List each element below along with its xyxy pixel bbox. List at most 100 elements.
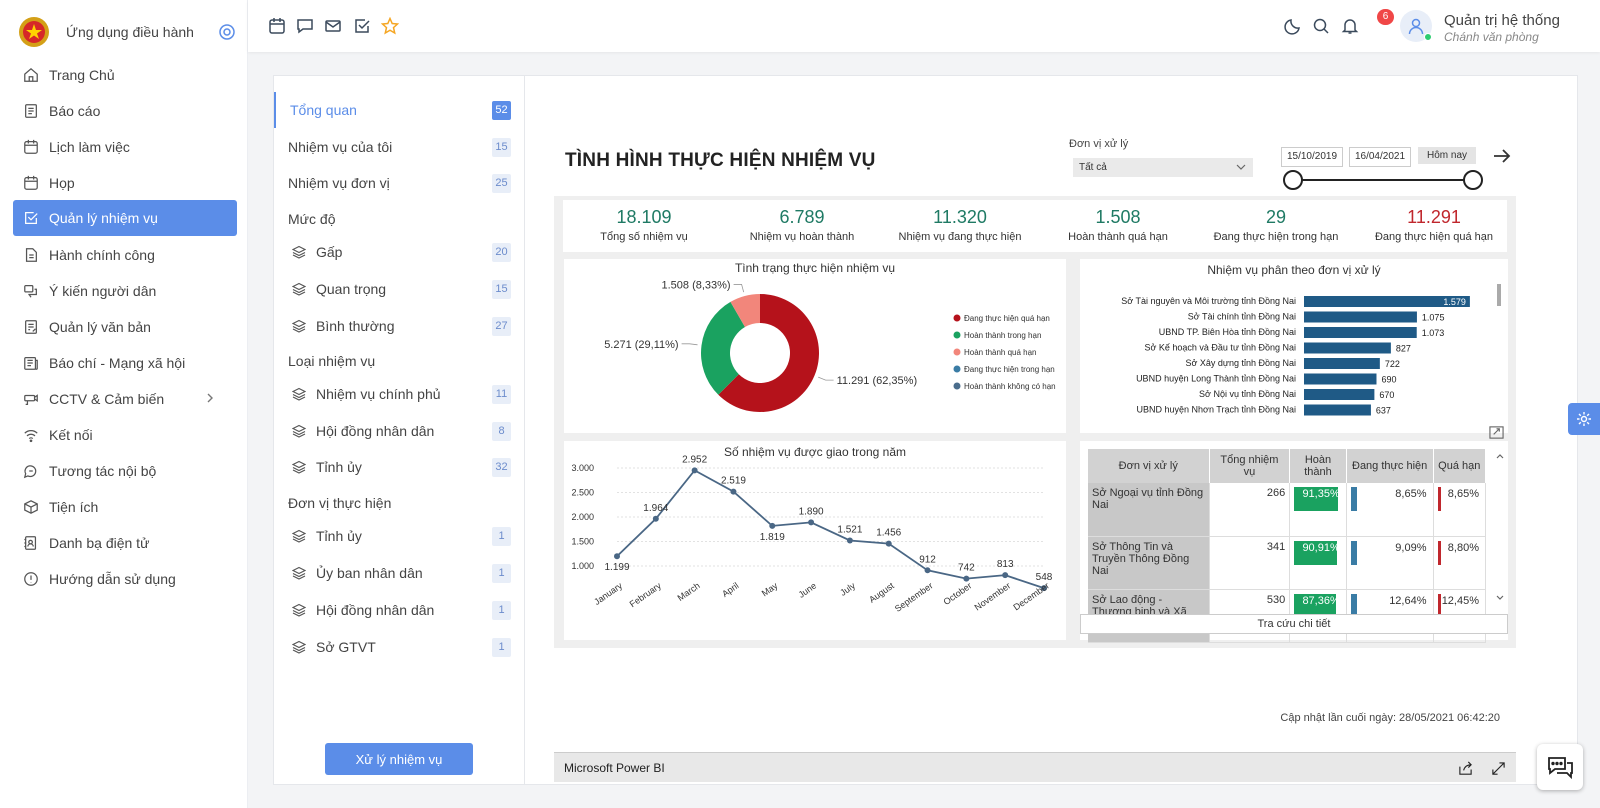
kpi-label: Hoàn thành quá hạn [1068, 231, 1168, 243]
table-header[interactable]: Tổng nhiệm vụ [1209, 449, 1291, 483]
kpi-card: 29 Đang thực hiện trong hạn [1201, 200, 1351, 243]
sidebar-item-2[interactable]: Báo cáo [13, 93, 237, 129]
databar-fill [1437, 540, 1441, 565]
sidebar-item-11[interactable]: Kết nối [13, 417, 237, 453]
filter-type-3[interactable]: Tỉnh ủy 32 [274, 449, 525, 485]
table-cell-late: 8,80% [1433, 536, 1486, 590]
hbar-bar[interactable] [1304, 358, 1380, 369]
hbar-bar[interactable] [1304, 311, 1417, 323]
powerbi-brand[interactable]: Microsoft Power BI [564, 761, 665, 775]
sidebar-item-10[interactable]: CCTV & Cảm biến [13, 381, 237, 417]
hbar-bar[interactable] [1304, 327, 1417, 338]
sidebar-item-9[interactable]: Báo chí - Mạng xã hội [13, 345, 237, 381]
line-point[interactable] [691, 467, 698, 474]
databar-value: 9,09% [1395, 541, 1427, 554]
sidebar-item-7[interactable]: Ý kiến người dân [13, 273, 237, 309]
settings-gear-button[interactable] [1568, 403, 1600, 435]
scroll-down-icon[interactable] [1495, 593, 1505, 603]
x-tick-label: April [720, 580, 740, 599]
sidebar-item-15[interactable]: Hướng dẫn sử dụng [13, 561, 237, 597]
process-task-button[interactable]: Xử lý nhiệm vụ [325, 743, 473, 775]
filter-unit-tasks[interactable]: Nhiệm vụ đơn vị 25 [274, 165, 525, 201]
filter-my-tasks[interactable]: Nhiệm vụ của tôi 15 [274, 129, 525, 165]
filter-level-3[interactable]: Bình thường 27 [274, 308, 525, 344]
arrow-right-icon[interactable] [1492, 146, 1512, 166]
sidebar-item-5[interactable]: Quản lý nhiệm vụ [13, 200, 237, 236]
sidebar-item-6[interactable]: Hành chính công [13, 237, 237, 273]
sidebar-item-1[interactable]: Trang Chủ [13, 57, 237, 93]
filter-exec-4[interactable]: Sở GTVT 1 [274, 629, 525, 665]
bell-icon[interactable] [1341, 17, 1359, 35]
chat-support-button[interactable] [1537, 744, 1583, 790]
mail-icon[interactable] [324, 17, 342, 35]
legend-label: Hoàn thành trong hạn [964, 331, 1041, 340]
table-header[interactable]: Hoàn thành [1289, 449, 1347, 483]
fullscreen-icon[interactable] [1491, 761, 1506, 776]
star-icon[interactable] [380, 16, 400, 35]
filter-level-2[interactable]: Quan trọng 15 [274, 271, 525, 307]
y-tick-label: 3.000 [571, 463, 594, 473]
unit-filter-select[interactable]: Tất cả [1073, 158, 1253, 177]
line-data-label: 1.521 [837, 524, 862, 535]
dark-mode-icon[interactable] [1284, 17, 1302, 35]
filter-exec-count: 1 [492, 564, 511, 583]
filter-unit-tasks-label: Nhiệm vụ đơn vị [288, 175, 390, 191]
line-point[interactable] [614, 553, 620, 560]
line-point[interactable] [924, 567, 931, 574]
table-row[interactable]: Sở Ngoại vụ tỉnh Đồng Nai 266 91,35% 8,65% 8… [1088, 483, 1486, 537]
calendar-icon[interactable] [268, 17, 286, 35]
filter-level-1[interactable]: Gấp 20 [274, 234, 525, 270]
powerbi-footer: Microsoft Power BI [554, 752, 1516, 782]
date-to-input[interactable]: 16/04/2021 [1349, 147, 1411, 167]
line-point[interactable] [1002, 572, 1009, 579]
date-slider-start-handle[interactable] [1283, 170, 1303, 190]
date-slider-track[interactable] [1292, 179, 1473, 181]
scroll-up-icon[interactable] [1495, 451, 1505, 461]
date-from-input[interactable]: 15/10/2019 [1281, 147, 1343, 167]
sidebar-item-3[interactable]: Lịch làm việc [13, 129, 237, 165]
share-icon[interactable] [1458, 761, 1473, 776]
hbar-scrollbar[interactable] [1497, 284, 1501, 306]
table-header[interactable]: Quá hạn [1433, 449, 1486, 483]
hbar-bar[interactable] [1304, 342, 1391, 354]
filter-exec-2[interactable]: Ủy ban nhân dân 1 [274, 555, 525, 591]
line-point[interactable] [652, 515, 659, 522]
sidebar-item-12[interactable]: Tương tác nội bộ [13, 453, 237, 489]
chat-icon[interactable] [296, 17, 314, 35]
filter-type-2[interactable]: Hội đồng nhân dân 8 [274, 413, 525, 449]
focus-mode-icon[interactable] [1489, 425, 1504, 440]
line-point[interactable] [846, 537, 853, 544]
sidebar-item-label: Hướng dẫn sử dụng [49, 571, 176, 587]
line-point[interactable] [885, 540, 892, 547]
sidebar-item-label: Báo cáo [49, 103, 101, 119]
line-point[interactable] [730, 488, 737, 495]
line-point[interactable] [769, 522, 776, 529]
search-icon[interactable] [1312, 17, 1330, 35]
line-point[interactable] [808, 519, 815, 526]
sidebar-item-13[interactable]: Tiện ích [13, 489, 237, 525]
filter-exec-1[interactable]: Tỉnh ủy 1 [274, 518, 525, 554]
sidebar-item-label: Quản lý văn bản [49, 319, 151, 335]
table-row[interactable]: Sở Thông Tin và Truyền Thông Đồng Nai 341… [1088, 536, 1486, 590]
line-data-label: 742 [958, 563, 975, 574]
hbar-bar[interactable] [1304, 389, 1375, 400]
filter-exec-3[interactable]: Hội đồng nhân dân 1 [274, 592, 525, 628]
user-name[interactable]: Quản trị hệ thống [1444, 12, 1560, 29]
date-slider-end-handle[interactable] [1463, 170, 1483, 190]
sidebar-item-4[interactable]: Họp [13, 165, 237, 201]
checkbox-icon[interactable] [353, 17, 371, 35]
line-series [616, 469, 1045, 590]
table-header[interactable]: Đơn vị xử lý [1088, 449, 1210, 483]
today-button[interactable]: Hôm nay [1418, 147, 1476, 164]
hbar-bar[interactable] [1304, 373, 1377, 385]
filter-overview[interactable]: Tổng quan 52 [274, 92, 525, 128]
y-tick-label: 1.000 [571, 561, 594, 571]
line-data-label: 1.456 [876, 528, 901, 539]
sidebar-item-14[interactable]: Danh bạ điện tử [13, 525, 237, 561]
filter-type-1[interactable]: Nhiệm vụ chính phủ 11 [274, 376, 525, 412]
table-header[interactable]: Đang thực hiện [1346, 449, 1434, 483]
target-settings-icon[interactable] [218, 23, 236, 41]
sidebar-item-8[interactable]: Quản lý văn bản [13, 309, 237, 345]
hbar-bar[interactable] [1304, 404, 1371, 416]
detail-lookup-button[interactable]: Tra cứu chi tiết [1080, 614, 1508, 634]
